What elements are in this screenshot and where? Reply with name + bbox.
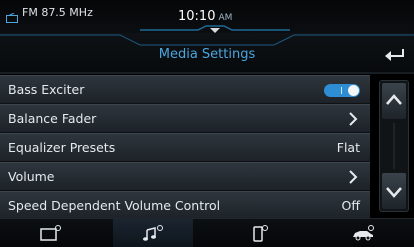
chevron-down-icon — [386, 187, 402, 198]
tab-phone-settings[interactable] — [220, 219, 300, 247]
toggle-on-mark — [341, 87, 342, 94]
bottom-nav — [0, 218, 414, 247]
chevron-right-icon — [349, 112, 358, 126]
setting-label: Equalizer Presets — [8, 140, 116, 155]
scroll-up-button[interactable] — [382, 83, 406, 119]
setting-equalizer-presets[interactable]: Equalizer Presets Flat — [0, 133, 370, 162]
chevron-up-icon — [386, 94, 402, 105]
setting-speed-dependent-volume[interactable]: Speed Dependent Volume Control Off — [0, 191, 370, 220]
setting-balance-fader[interactable]: Balance Fader — [0, 104, 370, 133]
chevron-right-icon — [349, 170, 358, 184]
back-button[interactable] — [384, 46, 406, 62]
music-settings-icon — [143, 225, 163, 241]
phone-settings-icon — [253, 225, 268, 242]
setting-value: Flat — [336, 140, 360, 155]
scroll-down-button[interactable] — [382, 173, 406, 209]
bass-exciter-toggle[interactable] — [324, 84, 360, 97]
settings-list: Bass Exciter Balance Fader Equalizer Pre… — [0, 75, 370, 220]
setting-label: Speed Dependent Volume Control — [8, 198, 221, 213]
setting-bass-exciter[interactable]: Bass Exciter — [0, 75, 370, 104]
title-bar: Media Settings — [0, 33, 414, 74]
radio-frequency: FM 87.5 MHz — [22, 6, 93, 19]
page-title: Media Settings — [158, 47, 256, 62]
screen-settings-icon — [40, 225, 61, 241]
clock: 10:10 AM — [140, 4, 290, 33]
scroll-track — [393, 123, 395, 169]
tab-screen-settings[interactable] — [11, 219, 91, 247]
setting-label: Bass Exciter — [8, 82, 85, 97]
setting-volume[interactable]: Volume — [0, 162, 370, 191]
tab-media-settings[interactable] — [113, 219, 193, 247]
radio-status: FM 87.5 MHz — [6, 6, 93, 23]
radio-icon — [6, 8, 18, 23]
setting-label: Volume — [8, 169, 55, 184]
status-bar: FM 87.5 MHz 10:10 AM — [0, 0, 414, 33]
setting-value: Off — [341, 198, 360, 213]
scrollbar[interactable] — [379, 80, 409, 212]
tab-vehicle-settings[interactable] — [322, 219, 402, 247]
setting-label: Balance Fader — [8, 111, 97, 126]
back-arrow-icon — [385, 49, 404, 61]
toggle-knob — [348, 85, 359, 96]
clock-frame — [140, 25, 290, 33]
vehicle-settings-icon — [353, 225, 374, 241]
